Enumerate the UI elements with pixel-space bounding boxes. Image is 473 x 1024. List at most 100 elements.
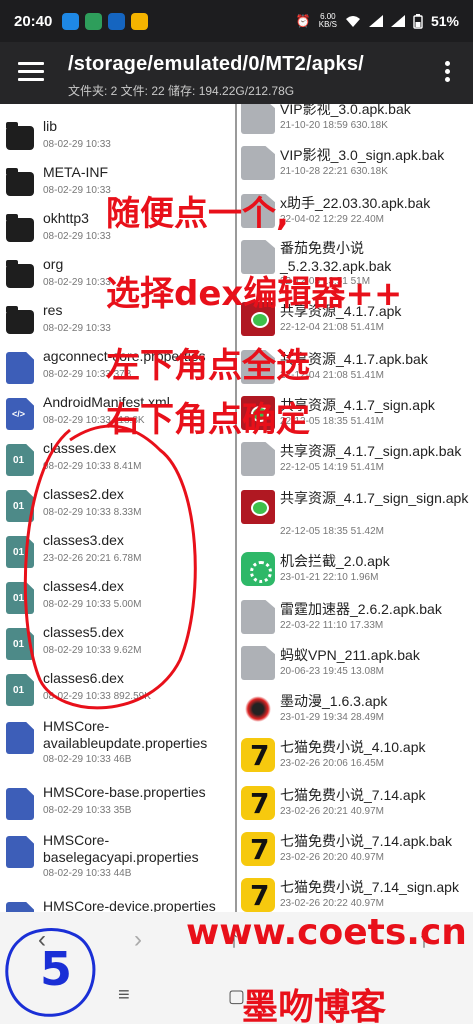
file-meta: 22-12-04 21:08 51.41M <box>280 370 384 381</box>
file-meta: 23-02-26 20:21 6.78M <box>43 553 142 564</box>
battery-level: 51% <box>430 13 459 29</box>
file-row[interactable]: 共享资源_4.1.7.apk.bak 22-12-04 21:08 51.41M <box>237 344 473 390</box>
bak-file-icon <box>241 646 275 680</box>
file-row[interactable]: HMSCore-device.properties <box>0 894 235 912</box>
list-menu-icon[interactable]: ≡ <box>118 984 130 1007</box>
dex-file-icon <box>6 582 34 614</box>
file-meta: 22-12-05 14:19 51.41M <box>280 462 384 473</box>
file-row[interactable]: AndroidManifest.xml 08-02-29 10:33 118.8K <box>0 390 235 436</box>
file-row[interactable]: org 08-02-29 10:33 <box>0 252 235 298</box>
file-meta: 22-12-04 21:08 51.41M <box>280 322 384 333</box>
file-row[interactable]: classes6.dex 08-02-29 10:33 892.59K <box>0 666 235 712</box>
dex-file-icon <box>6 674 34 706</box>
file-name: agconnect-core.properties <box>43 348 206 364</box>
share-app-icon <box>241 302 275 336</box>
up-arrow-right-icon[interactable]: ↑ <box>418 926 430 954</box>
file-name: HMSCore-device.properties <box>43 898 216 912</box>
file-meta: 23-01-21 22:10 1.96M <box>280 572 379 583</box>
more-options-icon[interactable] <box>445 61 451 85</box>
file-row[interactable]: classes5.dex 08-02-29 10:33 9.62M <box>0 620 235 666</box>
menu-icon[interactable] <box>18 62 44 82</box>
file-name: 七猫免费小说_7.14.apk.bak <box>280 833 452 849</box>
file-meta: 08-02-29 10:33 35B <box>43 805 132 816</box>
forward-arrow-icon[interactable]: › <box>134 926 142 954</box>
left-file-pane[interactable]: lib 08-02-29 10:33 META-INF 08-02-29 10:33… <box>0 104 235 912</box>
file-row[interactable]: lib 08-02-29 10:33 <box>0 114 235 160</box>
file-row[interactable]: 共享资源_4.1.7_sign.apk.bak 22-12-05 14:19 51… <box>237 436 473 482</box>
file-row[interactable]: x助手_22.03.30.apk.bak 22-04-02 12:29 22.40… <box>237 188 473 234</box>
file-name: HMSCore-availableupdate.properties <box>43 718 208 751</box>
file-row[interactable]: VIP影视_3.0_sign.apk.bak 21-10-28 22:21 630… <box>237 140 473 186</box>
file-row[interactable]: classes4.dex 08-02-29 10:33 5.00M <box>0 574 235 620</box>
up-arrow-icon[interactable]: ↑ <box>228 926 240 954</box>
file-meta: 08-02-29 10:33 37B <box>43 369 132 380</box>
file-row[interactable]: VIP影视_3.0.apk.bak 21-10-20 18:59 630.18K <box>237 104 473 140</box>
file-row[interactable]: HMSCore-availableupdate.properties 08-02-… <box>0 714 235 774</box>
file-meta: 08-02-29 10:33 5.00M <box>43 599 142 610</box>
home-square-icon[interactable]: ▢ <box>228 986 245 1007</box>
right-file-pane[interactable]: VIP影视_3.0.apk.bak 21-10-20 18:59 630.18K … <box>237 104 473 912</box>
bak-file-icon <box>241 240 275 274</box>
folder-icon <box>6 214 34 242</box>
file-row[interactable]: 共享资源_4.1.7_sign.apk 22-12-05 18:35 51.41M <box>237 390 473 436</box>
file-meta: 08-02-29 10:33 <box>43 231 111 242</box>
file-row[interactable]: 墨动漫_1.6.3.apk 23-01-29 19:34 28.49M <box>237 686 473 732</box>
file-name: lib <box>43 118 58 134</box>
alarm-icon: ⏰ <box>295 14 311 28</box>
file-name: x助手_22.03.30.apk.bak <box>280 195 431 211</box>
file-row[interactable]: HMSCore-baselegacyapi.properties 08-02-29… <box>0 828 235 888</box>
file-name: 蚂蚁VPN_211.apk.bak <box>280 647 420 663</box>
file-row[interactable]: 七猫免费小说_7.14.apk.bak 23-02-26 20:20 40.97M <box>237 826 473 872</box>
file-meta: 20-06-23 19:45 13.08M <box>280 666 384 677</box>
file-row[interactable]: HMSCore-base.properties 08-02-29 10:33 35… <box>0 780 235 826</box>
back-arrow-icon[interactable]: ‹ <box>38 926 46 954</box>
file-row[interactable]: agconnect-core.properties 08-02-29 10:33 … <box>0 344 235 390</box>
screen: { "status_bar": { "time": "20:40", "spee… <box>0 0 473 1024</box>
file-row[interactable]: res 08-02-29 10:33 <box>0 298 235 344</box>
file-meta: 23-02-26 20:22 40.97M <box>280 898 384 909</box>
file-row[interactable]: 蚂蚁VPN_211.apk.bak 20-06-23 19:45 13.08M <box>237 640 473 686</box>
status-time: 20:40 <box>14 12 53 30</box>
file-row[interactable]: classes2.dex 08-02-29 10:33 8.33M <box>0 482 235 528</box>
battery-icon <box>413 13 423 29</box>
file-name: 共享资源_4.1.7_sign.apk.bak <box>280 443 462 459</box>
bottom-toolbar: ‹ › ↑ ↑ ≡ ▢ <box>0 912 473 1024</box>
file-row[interactable]: 七猫免费小说_7.14.apk 23-02-26 20:21 40.97M <box>237 780 473 826</box>
bak-file-icon <box>241 194 275 228</box>
file-row[interactable]: classes3.dex 23-02-26 20:21 6.78M <box>0 528 235 574</box>
file-meta: 22-04-02 12:29 22.40M <box>280 214 384 225</box>
file-meta: 08-02-29 10:33 <box>43 277 111 288</box>
file-meta: 08-02-29 10:33 <box>43 139 111 150</box>
properties-file-icon <box>6 352 34 384</box>
file-name: 七猫免费小说_7.14.apk <box>280 787 426 803</box>
file-meta: 21-10-20 18:59 630.18K <box>280 120 388 131</box>
qimao-app-icon <box>241 832 275 866</box>
file-name: res <box>43 302 63 318</box>
signal-2-icon <box>390 15 405 27</box>
file-meta: 08-02-29 10:33 892.59K <box>43 691 151 702</box>
file-row[interactable]: 雷霆加速器_2.6.2.apk.bak 22-03-22 11:10 17.33M <box>237 594 473 640</box>
file-name: AndroidManifest.xml <box>43 394 170 410</box>
file-row[interactable]: META-INF 08-02-29 10:33 <box>0 160 235 206</box>
file-row[interactable]: classes.dex 08-02-29 10:33 8.41M <box>0 436 235 482</box>
bak-file-icon <box>241 600 275 634</box>
file-row[interactable]: 七猫免费小说_7.14_sign.apk 23-02-26 20:22 40.97… <box>237 872 473 912</box>
xml-file-icon <box>6 398 34 430</box>
file-name: HMSCore-baselegacyapi.properties <box>43 832 199 865</box>
app-bar: /storage/emulated/0/MT2/apks/ 文件夹: 2 文件:… <box>0 42 473 104</box>
file-row[interactable]: okhttp3 08-02-29 10:33 <box>0 206 235 252</box>
file-row[interactable]: 番茄免费小说_5.2.3.32.apk.bak 22-12-05 13:51 51… <box>237 234 473 294</box>
network-speed: 6.00 KB/S <box>319 13 337 29</box>
notification-shield-icon <box>85 12 103 30</box>
file-name: 共享资源_4.1.7_sign_sign.apk <box>280 490 469 506</box>
file-row[interactable]: 共享资源_4.1.7_sign_sign.apk 22-12-05 18:35 5… <box>237 484 473 544</box>
file-meta: 08-02-29 10:33 8.41M <box>43 461 142 472</box>
file-name: classes.dex <box>43 440 117 456</box>
file-row[interactable]: 共享资源_4.1.7.apk 22-12-04 21:08 51.41M <box>237 296 473 342</box>
properties-file-icon <box>6 836 34 868</box>
share-app-icon <box>241 396 275 430</box>
file-row[interactable]: 机会拦截_2.0.apk 23-01-21 22:10 1.96M <box>237 546 473 592</box>
notification-translate-icon <box>108 12 126 30</box>
file-row[interactable]: 七猫免费小说_4.10.apk 23-02-26 20:06 16.45M <box>237 732 473 778</box>
bak-file-icon <box>241 350 275 384</box>
